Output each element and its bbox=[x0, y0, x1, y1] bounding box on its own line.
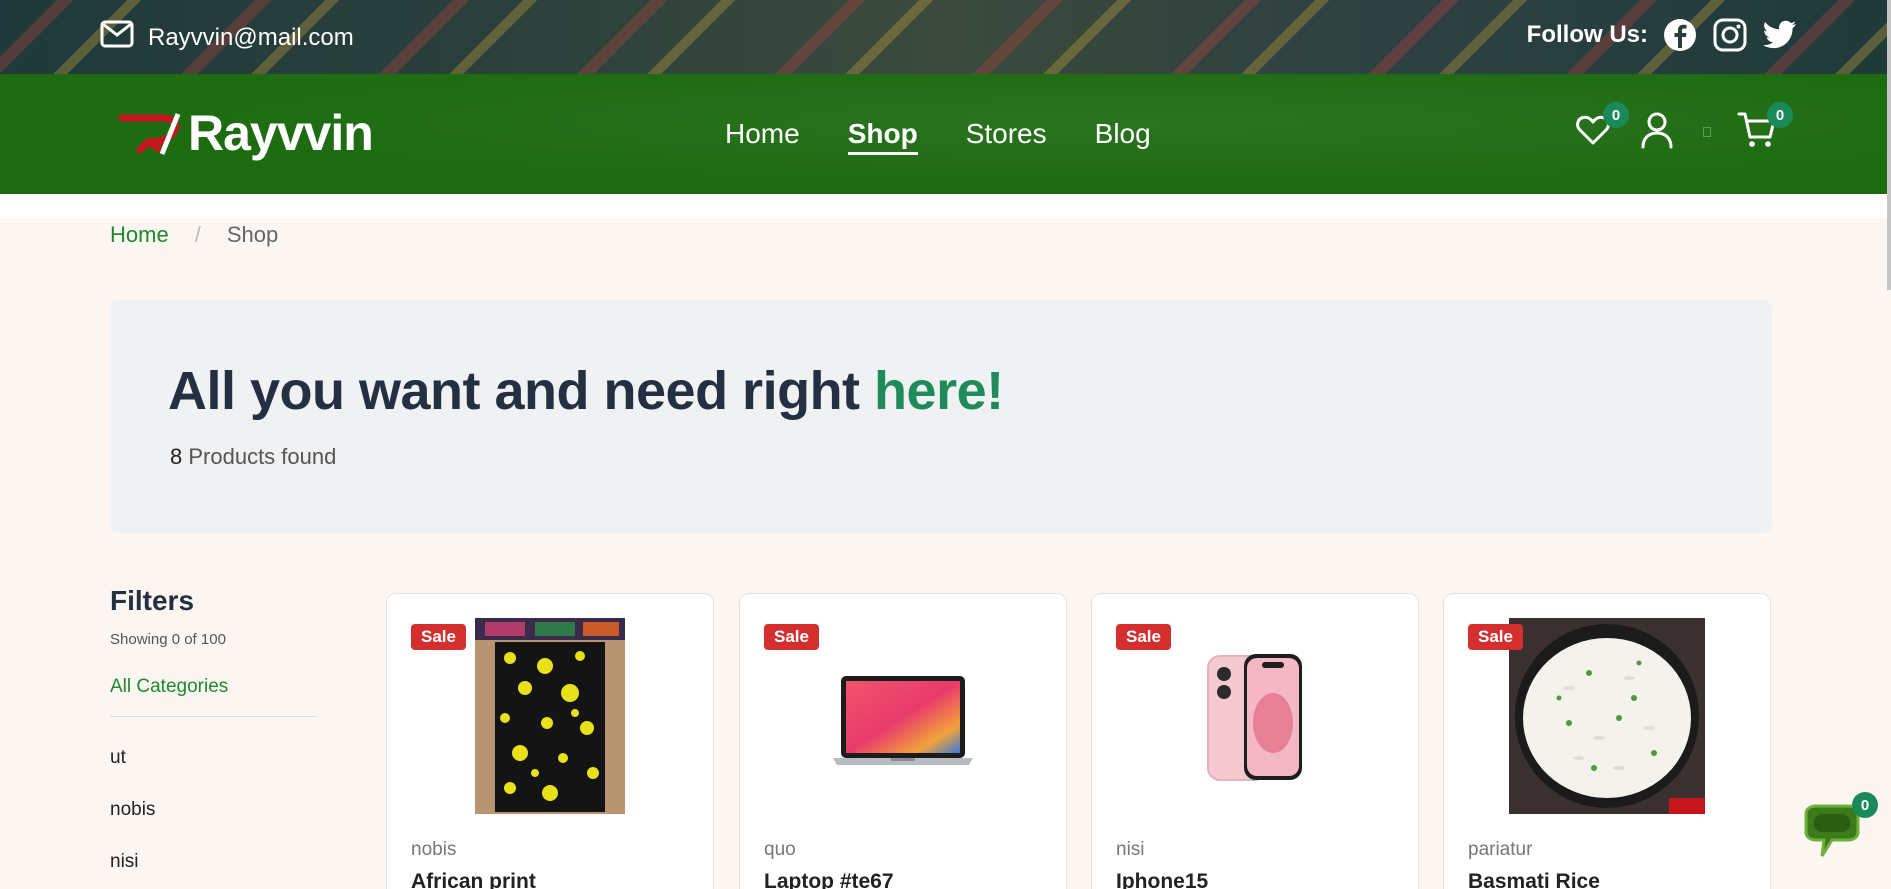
product-name[interactable]: Basmati Rice bbox=[1468, 870, 1600, 889]
product-card[interactable]: Sale quo Laptop #te67 bbox=[739, 593, 1067, 889]
nav-link-home[interactable]: Home bbox=[725, 118, 800, 155]
products-found-number: 8 bbox=[170, 444, 183, 469]
page-title-main: All you want and need right bbox=[168, 361, 875, 421]
sale-badge: Sale bbox=[411, 624, 466, 650]
twitter-icon[interactable] bbox=[1762, 17, 1798, 53]
product-card[interactable]: Sale pariatur Basmati Rice bbox=[1443, 593, 1771, 889]
product-image[interactable] bbox=[475, 618, 625, 814]
follow-us-label: Follow Us: bbox=[1526, 21, 1648, 48]
primary-nav: Home Shop Stores Blog bbox=[725, 118, 1151, 155]
product-vendor[interactable]: pariatur bbox=[1468, 839, 1532, 861]
filter-category[interactable]: nobis bbox=[110, 799, 317, 821]
nav-separator bbox=[1703, 127, 1711, 137]
cart-count-badge: 0 bbox=[1767, 102, 1793, 128]
filters-title: Filters bbox=[110, 585, 195, 616]
follow-us: Follow Us: bbox=[1527, 17, 1798, 53]
wishlist-button[interactable]: 0 bbox=[1571, 102, 1629, 154]
breadcrumb-separator: / bbox=[194, 222, 201, 247]
breadcrumb-home[interactable]: Home bbox=[110, 222, 169, 248]
nav-actions: 0 0 bbox=[1571, 102, 1793, 154]
main-navbar: Rayvvin Home Shop Stores Blog 0 0 bbox=[0, 74, 1891, 194]
page-title-accent: here! bbox=[874, 361, 1004, 421]
account-button[interactable] bbox=[1635, 110, 1679, 154]
shop-hero: All you want and need right here! 8 Prod… bbox=[110, 300, 1772, 533]
chat-bubble-icon bbox=[1798, 804, 1862, 868]
product-vendor[interactable]: nobis bbox=[411, 839, 456, 861]
product-vendor[interactable]: quo bbox=[764, 839, 796, 861]
site-logo[interactable]: Rayvvin bbox=[118, 104, 374, 162]
cart-button[interactable]: 0 bbox=[1735, 102, 1793, 154]
product-card[interactable]: Sale nisi Iphone15 bbox=[1091, 593, 1419, 889]
breadcrumb-current: Shop bbox=[226, 222, 279, 247]
chat-widget-button[interactable]: 0 bbox=[1798, 792, 1878, 864]
filter-category[interactable]: nisi bbox=[110, 851, 317, 873]
breadcrumb: Home / Shop bbox=[110, 222, 278, 248]
product-card[interactable]: Sale nobis African print bbox=[386, 593, 714, 889]
nav-link-stores[interactable]: Stores bbox=[966, 118, 1047, 155]
nav-link-blog[interactable]: Blog bbox=[1095, 118, 1151, 155]
sale-badge: Sale bbox=[764, 624, 819, 650]
page-scrollbar[interactable] bbox=[1887, 0, 1891, 290]
user-icon bbox=[1640, 111, 1674, 154]
logo-text: Rayvvin bbox=[188, 105, 374, 161]
sale-badge: Sale bbox=[1468, 624, 1523, 650]
filters-sidebar: Filters Showing 0 of 100 All Categories … bbox=[110, 585, 317, 873]
top-bar: Rayvvin@mail.com Follow Us: bbox=[0, 0, 1891, 74]
filter-all-categories[interactable]: All Categories bbox=[110, 676, 317, 717]
product-name[interactable]: African print bbox=[411, 870, 536, 889]
mail-icon bbox=[100, 20, 134, 55]
products-found: 8 Products found bbox=[170, 444, 336, 470]
filter-category[interactable]: ut bbox=[110, 747, 317, 769]
product-image[interactable] bbox=[1509, 618, 1705, 814]
contact-email-text: Rayvvin@mail.com bbox=[148, 23, 354, 51]
instagram-icon[interactable] bbox=[1712, 17, 1748, 53]
chat-count-badge: 0 bbox=[1852, 792, 1878, 818]
sale-badge: Sale bbox=[1116, 624, 1171, 650]
products-found-label: Products found bbox=[182, 444, 337, 469]
logo-mark-icon bbox=[118, 108, 190, 158]
page-title: All you want and need right here! bbox=[168, 360, 1004, 422]
product-name[interactable]: Iphone15 bbox=[1116, 870, 1208, 889]
filters-showing-count: Showing 0 of 100 bbox=[110, 631, 226, 648]
facebook-icon[interactable] bbox=[1662, 17, 1698, 53]
contact-email[interactable]: Rayvvin@mail.com bbox=[100, 20, 354, 55]
product-image[interactable] bbox=[1200, 618, 1310, 814]
product-name[interactable]: Laptop #te67 bbox=[764, 870, 894, 889]
product-image[interactable] bbox=[825, 618, 981, 814]
product-vendor[interactable]: nisi bbox=[1116, 839, 1145, 861]
wishlist-count-badge: 0 bbox=[1603, 102, 1629, 128]
nav-link-shop[interactable]: Shop bbox=[847, 118, 918, 155]
